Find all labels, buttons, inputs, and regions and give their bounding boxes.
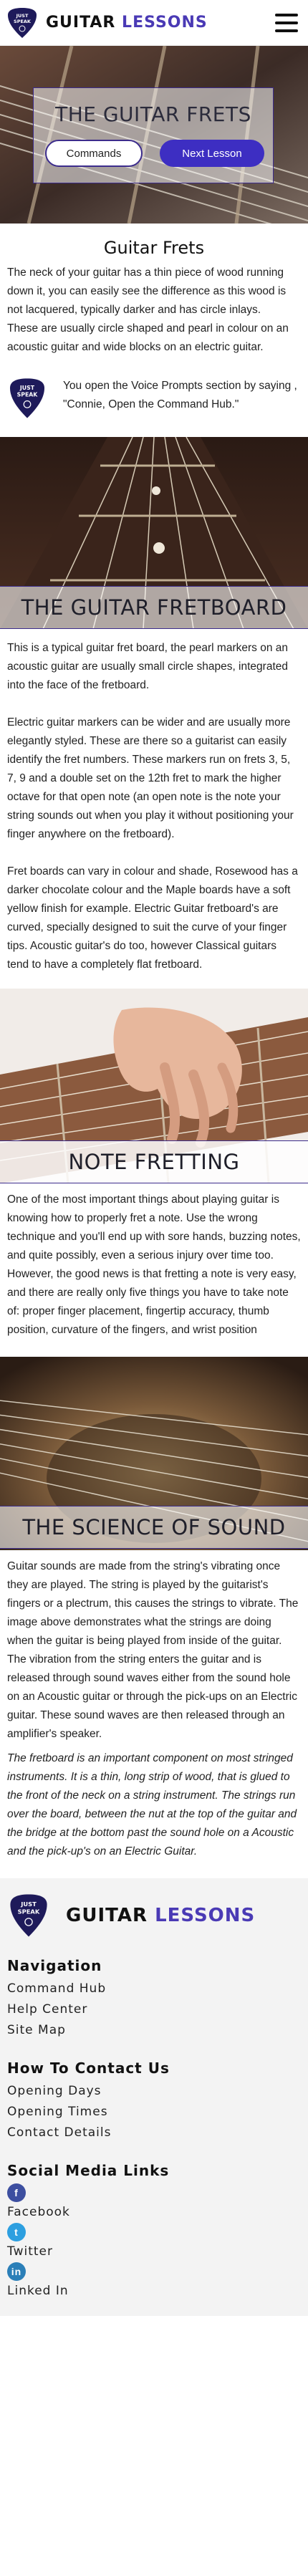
intro-section: Guitar Frets The neck of your guitar has… (0, 224, 308, 357)
site-footer: JUST SPEAK GUITAR LESSONS Navigation Com… (0, 1878, 308, 2316)
footer-brand-part2: LESSONS (155, 1905, 256, 1926)
footer-brand-part1: GUITAR (66, 1905, 148, 1926)
fretboard-title-band: THE GUITAR FRETBOARD (0, 586, 308, 629)
science-paragraph-1: Guitar sounds are made from the string's… (7, 1560, 299, 1740)
footer-logo-text-bottom: SPEAK (18, 1908, 40, 1915)
science-section: Guitar sounds are made from the string's… (0, 1550, 308, 1861)
social-heading: Social Media Links (7, 2162, 170, 2179)
fretting-title: NOTE FRETTING (68, 1150, 240, 1174)
fretting-section: One of the most important things about p… (0, 1183, 308, 1340)
brand-part2: LESSONS (122, 14, 208, 32)
fretting-banner: NOTE FRETTING (0, 989, 308, 1183)
twitter-link[interactable]: t Twitter (7, 2223, 301, 2262)
science-title: THE SCIENCE OF SOUND (22, 1515, 286, 1539)
facebook-label: Facebook (7, 2205, 70, 2219)
footer-contact: Opening Days Opening Times Contact Detai… (7, 2081, 301, 2143)
logo-text-top: JUST (16, 13, 29, 19)
footer-social: f Facebook t Twitter in Linked In (7, 2183, 301, 2302)
nav-heading: Navigation (7, 1957, 102, 1974)
facebook-icon: f (7, 2183, 26, 2202)
footer-pick-logo: JUST SPEAK (10, 1894, 47, 1937)
pick-text-bottom: SPEAK (17, 392, 39, 398)
hero-title: THE GUITAR FRETS (55, 102, 251, 126)
pick-text-top: JUST (19, 385, 35, 391)
opening-times-link[interactable]: Opening Times (7, 2102, 301, 2123)
linkedin-link[interactable]: in Linked In (7, 2262, 301, 2302)
command-hub-link[interactable]: Command Hub (7, 1979, 301, 1999)
fretboard-paragraph-2: Electric guitar markers can be wider and… (7, 716, 294, 840)
guitar-pick-icon: JUST SPEAK (10, 378, 44, 418)
linkedin-icon: in (7, 2262, 26, 2281)
fretboard-note: The fretboard is an important component … (7, 1752, 297, 1857)
hero-section: THE GUITAR FRETS Commands Next Lesson (0, 46, 308, 224)
fretboard-title: THE GUITAR FRETBOARD (21, 595, 287, 620)
linkedin-label: Linked In (7, 2284, 69, 2298)
science-banner: THE SCIENCE OF SOUND (0, 1357, 308, 1550)
intro-paragraph-1: The neck of your guitar has a thin piece… (7, 266, 287, 316)
science-title-band: THE SCIENCE OF SOUND (0, 1506, 308, 1549)
contact-heading: How To Contact Us (7, 2060, 170, 2077)
footer-brand-title: GUITAR LESSONS (66, 1905, 255, 1926)
menu-icon[interactable] (275, 13, 298, 32)
opening-days-link[interactable]: Opening Days (7, 2081, 301, 2102)
logo-text-bottom: SPEAK (14, 19, 32, 24)
twitter-icon: t (7, 2223, 26, 2241)
site-header: JUST SPEAK GUITAR LESSONS (0, 0, 308, 46)
fretboard-paragraph-3: Fret boards can vary in colour and shade… (7, 865, 298, 971)
intro-paragraph-2: These are usually circle shaped and pear… (7, 322, 289, 353)
brand-title[interactable]: GUITAR LESSONS (46, 14, 208, 32)
contact-details-link[interactable]: Contact Details (7, 2123, 301, 2143)
footer-logo-text-top: JUST (20, 1900, 37, 1908)
commands-button[interactable]: Commands (45, 140, 143, 167)
fretting-title-band: NOTE FRETTING (0, 1140, 308, 1183)
fretboard-section: This is a typical guitar fret board, the… (0, 629, 308, 974)
voice-prompt-text: You open the Voice Prompts section by sa… (63, 380, 297, 410)
next-lesson-button[interactable]: Next Lesson (160, 140, 264, 167)
intro-title: Guitar Frets (103, 238, 205, 258)
facebook-link[interactable]: f Facebook (7, 2183, 301, 2223)
guitar-pick-logo[interactable]: JUST SPEAK (6, 6, 39, 39)
fretting-paragraph-1: One of the most important things about p… (7, 1193, 301, 1336)
twitter-label: Twitter (7, 2244, 53, 2259)
site-map-link[interactable]: Site Map (7, 2020, 301, 2041)
intro-text: The neck of your guitar has a thin piece… (0, 258, 308, 357)
fretboard-banner: THE GUITAR FRETBOARD (0, 437, 308, 629)
voice-prompt: JUST SPEAK You open the Voice Prompts se… (0, 357, 308, 437)
hero-card: THE GUITAR FRETS Commands Next Lesson (33, 87, 274, 183)
footer-nav: Command Hub Help Center Site Map (7, 1979, 301, 2041)
fretboard-paragraph-1: This is a typical guitar fret board, the… (7, 642, 288, 691)
brand-part1: GUITAR (46, 14, 116, 32)
footer-brand[interactable]: JUST SPEAK GUITAR LESSONS (7, 1893, 301, 1938)
help-center-link[interactable]: Help Center (7, 1999, 301, 2020)
